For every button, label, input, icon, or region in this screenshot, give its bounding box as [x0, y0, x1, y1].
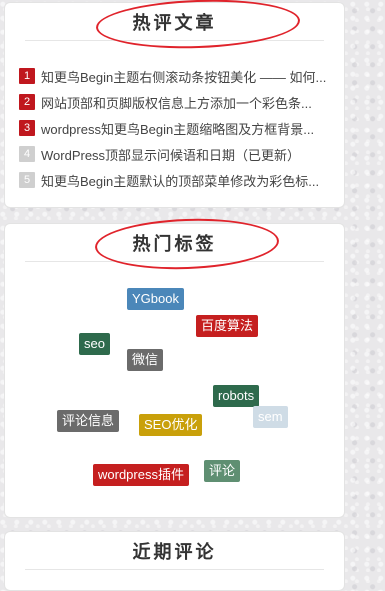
tag-robots[interactable]: robots: [213, 385, 260, 407]
tag-wordpress-plugin[interactable]: wordpress插件: [93, 464, 189, 486]
hot-comments-title: 热评文章: [25, 3, 324, 41]
tag-sem[interactable]: sem: [253, 406, 288, 428]
tag-seo-optimization[interactable]: SEO优化: [139, 414, 203, 436]
hot-comment-item[interactable]: 4 WordPress顶部显示问候语和日期（已更新）: [19, 141, 326, 167]
rank-badge: 5: [19, 172, 35, 188]
hot-comment-item[interactable]: 1 知更鸟Begin主题右侧滚动条按钮美化 —— 如何...: [19, 63, 326, 89]
recent-comments-title: 近期评论: [25, 532, 324, 570]
rank-badge: 2: [19, 94, 35, 110]
hot-comment-item[interactable]: 5 知更鸟Begin主题默认的顶部菜单修改为彩色标...: [19, 167, 326, 193]
tag-comment-info[interactable]: 评论信息: [57, 410, 120, 432]
hot-comment-link[interactable]: 知更鸟Begin主题右侧滚动条按钮美化 —— 如何...: [41, 67, 326, 86]
hot-comments-list: 1 知更鸟Begin主题右侧滚动条按钮美化 —— 如何... 2 网站顶部和页脚…: [19, 63, 326, 193]
hot-comment-link[interactable]: WordPress顶部显示问候语和日期（已更新）: [41, 145, 300, 164]
rank-badge: 4: [19, 146, 35, 162]
hot-comment-item[interactable]: 2 网站顶部和页脚版权信息上方添加一个彩色条...: [19, 89, 326, 115]
rank-badge: 1: [19, 68, 35, 84]
hot-comment-link[interactable]: wordpress知更鸟Begin主题缩略图及方框背景...: [41, 119, 314, 138]
hot-comment-link[interactable]: 网站顶部和页脚版权信息上方添加一个彩色条...: [41, 93, 312, 112]
tag-ygbook[interactable]: YGbook: [127, 288, 184, 310]
tag-comment[interactable]: 评论: [204, 460, 241, 482]
tag-baidu-algorithm[interactable]: 百度算法: [196, 315, 259, 337]
hot-tags-panel: 热门标签 YGbook 百度算法 seo 微信 robots sem 评论信息 …: [4, 215, 345, 518]
hot-comment-link[interactable]: 知更鸟Begin主题默认的顶部菜单修改为彩色标...: [41, 171, 319, 190]
hot-comments-panel: 热评文章 1 知更鸟Begin主题右侧滚动条按钮美化 —— 如何... 2 网站…: [4, 0, 345, 208]
hot-comment-item[interactable]: 3 wordpress知更鸟Begin主题缩略图及方框背景...: [19, 115, 326, 141]
tag-seo[interactable]: seo: [79, 333, 110, 355]
hot-tags-title: 热门标签: [25, 224, 324, 262]
rank-badge: 3: [19, 120, 35, 136]
tag-wechat[interactable]: 微信: [127, 349, 164, 371]
recent-comments-panel: 近期评论: [4, 531, 345, 591]
